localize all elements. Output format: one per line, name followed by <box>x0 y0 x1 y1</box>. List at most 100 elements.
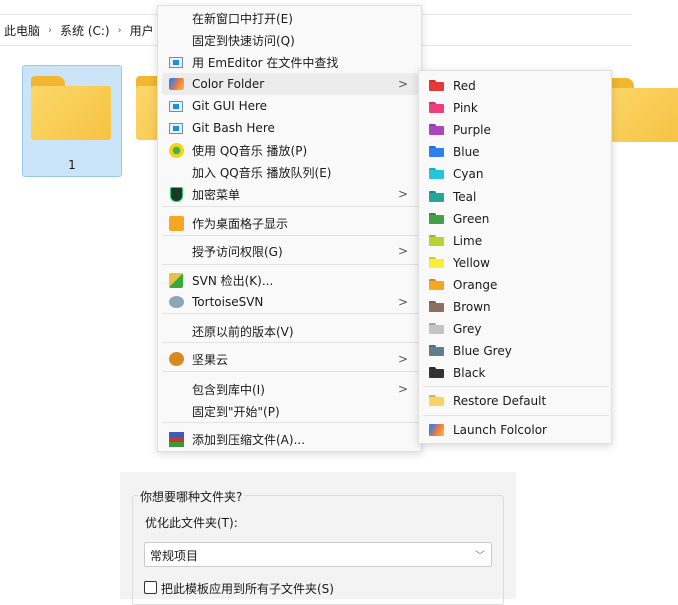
folder-icon <box>429 345 444 357</box>
git-gui-icon <box>168 98 184 114</box>
svn-checkout-icon <box>168 272 184 288</box>
color-option-blue[interactable]: Blue <box>423 141 609 163</box>
folcolor-icon <box>429 424 444 436</box>
chevron-right-icon[interactable]: › <box>118 25 122 36</box>
launch-folcolor-item[interactable]: Launch Folcolor <box>423 419 609 441</box>
menu-separator <box>162 264 418 265</box>
context-menu: 在新窗口中打开(E) 固定到快速访问(Q) 用 EmEditor 在文件中查找 Col… <box>157 5 422 452</box>
color-option-purple[interactable]: Purple <box>423 119 609 141</box>
menu-item[interactable]: 坚果云 > <box>162 348 418 370</box>
optimize-folder-select[interactable]: 常规项目 ﹀ <box>144 542 492 567</box>
apply-subfolders-checkbox[interactable] <box>144 581 157 594</box>
select-value: 常规项目 <box>150 549 199 563</box>
menu-item[interactable]: Git Bash Here <box>162 117 418 139</box>
color-option-label: Blue Grey <box>453 344 512 359</box>
folder-icon <box>429 124 444 136</box>
menu-item[interactable]: Git GUI Here <box>162 95 418 117</box>
color-option-label: Cyan <box>453 167 484 182</box>
color-option-lime[interactable]: Lime <box>423 230 609 252</box>
menu-item-label: 坚果云 <box>192 352 229 367</box>
menu-item[interactable]: 添加到压缩文件(A)... <box>162 428 418 450</box>
color-option-cyan[interactable]: Cyan <box>423 163 609 185</box>
color-folder-icon <box>168 76 184 92</box>
chevron-down-icon: ﹀ <box>475 551 485 562</box>
color-option-label: Lime <box>453 233 483 248</box>
menu-item[interactable]: 加密菜单 > <box>162 183 418 205</box>
menu-item[interactable]: 用 EmEditor 在文件中查找 <box>162 51 418 73</box>
folder-icon <box>429 168 444 180</box>
color-option-pink[interactable]: Pink <box>423 97 609 119</box>
chevron-right-icon: > <box>397 295 408 309</box>
menu-item[interactable]: 固定到"开始"(P) <box>162 400 418 422</box>
color-option-orange[interactable]: Orange <box>423 274 609 296</box>
menu-item-label: Color Folder <box>192 77 265 91</box>
restore-default-item[interactable]: Restore Default <box>423 390 609 412</box>
breadcrumb-c-drive[interactable]: 系统 (C:) <box>60 22 110 39</box>
folder-icon <box>429 301 444 312</box>
menu-item-label: Git GUI Here <box>192 99 268 113</box>
chevron-right-icon: > <box>397 352 408 366</box>
menu-item[interactable]: 使用 QQ音乐 播放(P) <box>162 139 418 161</box>
color-option-black[interactable]: Black <box>423 362 609 384</box>
breadcrumb: 此电脑 › 系统 (C:) › 用户 <box>4 22 154 39</box>
chevron-right-icon: > <box>397 187 408 201</box>
menu-item-label: 包含到库中(I) <box>192 382 265 397</box>
color-option-label: Brown <box>453 300 491 314</box>
menu-separator <box>162 371 418 372</box>
nutstore-icon <box>168 351 184 367</box>
folder-icon <box>429 323 444 335</box>
git-bash-icon <box>168 120 184 136</box>
menu-item[interactable]: 固定到快速访问(Q) <box>162 29 418 51</box>
launch-folcolor-label: Launch Folcolor <box>453 423 547 437</box>
color-option-brown[interactable]: Brown <box>423 296 609 318</box>
menu-item-label: 加密菜单 <box>192 187 241 202</box>
apply-subfolders-label[interactable]: 把此模板应用到所有子文件夹(S) <box>161 580 334 597</box>
chevron-right-icon: > <box>397 77 408 91</box>
menu-item[interactable]: Color Folder > <box>162 73 418 95</box>
color-option-label: Red <box>453 79 476 93</box>
menu-item-label: 在新窗口中打开(E) <box>192 11 293 26</box>
menu-item-label: 用 EmEditor 在文件中查找 <box>192 55 339 70</box>
menu-item-label: 作为桌面格子显示 <box>192 216 289 231</box>
menu-separator <box>162 342 418 343</box>
folder-icon <box>429 80 444 91</box>
folder-icon <box>429 102 444 114</box>
folder-name: 1 <box>68 158 76 172</box>
folder-icon <box>429 146 444 158</box>
menu-separator <box>423 386 609 387</box>
menu-separator <box>162 206 418 207</box>
menu-item[interactable]: TortoiseSVN > <box>162 291 418 313</box>
menu-item[interactable]: 在新窗口中打开(E) <box>162 7 418 29</box>
menu-item[interactable]: 包含到库中(I) > <box>162 378 418 400</box>
group-label: 你想要哪种文件夹? <box>138 488 245 505</box>
chevron-right-icon[interactable]: › <box>48 25 52 36</box>
folder-icon <box>429 278 444 290</box>
menu-item-label: 固定到快速访问(Q) <box>192 33 295 48</box>
color-option-red[interactable]: Red <box>423 75 609 97</box>
menu-item-label: 固定到"开始"(P) <box>192 404 280 419</box>
color-option-grey[interactable]: Grey <box>423 318 609 340</box>
breadcrumb-users[interactable]: 用户 <box>130 22 154 39</box>
qq-music-icon <box>168 142 184 158</box>
folder-icon <box>429 395 444 406</box>
winrar-icon <box>168 431 184 447</box>
color-option-teal[interactable]: Teal <box>423 186 609 208</box>
menu-item[interactable]: SVN 检出(K)... <box>162 269 418 291</box>
folder-icon <box>429 190 444 202</box>
color-option-yellow[interactable]: Yellow <box>423 252 609 274</box>
menu-item[interactable]: 还原以前的版本(V) <box>162 320 418 342</box>
menu-item[interactable]: 加入 QQ音乐 播放队列(E) <box>162 161 418 183</box>
desktop-grid-icon <box>168 215 184 231</box>
menu-item[interactable]: 授予访问权限(G) > <box>162 240 418 262</box>
chevron-right-icon: > <box>397 382 408 396</box>
menu-separator <box>162 313 418 314</box>
breadcrumb-this-pc[interactable]: 此电脑 <box>4 22 40 39</box>
menu-item-label: 使用 QQ音乐 播放(P) <box>192 143 308 158</box>
color-option-blue-grey[interactable]: Blue Grey <box>423 340 609 362</box>
tortoisesvn-icon <box>168 294 184 310</box>
menu-item[interactable]: 作为桌面格子显示 <box>162 212 418 234</box>
color-option-green[interactable]: Green <box>423 208 609 230</box>
folder-icon <box>429 212 444 224</box>
menu-separator <box>162 235 418 236</box>
folder-icon <box>429 256 444 268</box>
